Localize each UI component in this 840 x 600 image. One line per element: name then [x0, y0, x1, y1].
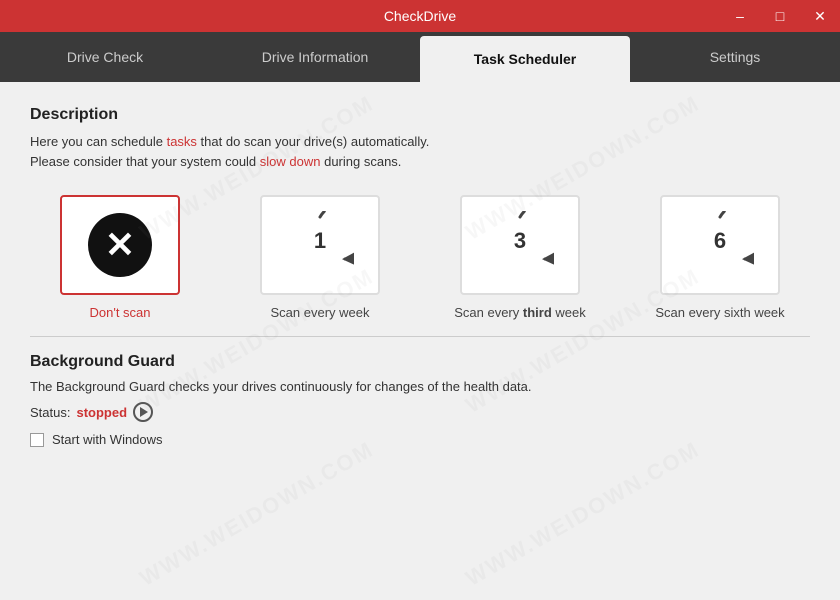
description-text: Here you can schedule tasks that do scan…: [30, 132, 810, 171]
scan-option-every-third-week[interactable]: 3 Scan every third week: [430, 195, 610, 320]
every-sixth-week-label: Scan every sixth week: [655, 305, 784, 320]
app-title: CheckDrive: [384, 8, 456, 24]
dont-scan-icon-wrapper: ✕: [60, 195, 180, 295]
every-week-icon-wrapper: 1: [260, 195, 380, 295]
every-third-week-label: Scan every third week: [454, 305, 586, 320]
every-week-circle: 1: [286, 211, 354, 279]
every-third-week-icon-wrapper: 3: [460, 195, 580, 295]
start-with-windows-checkbox[interactable]: [30, 433, 44, 447]
play-icon: [140, 407, 148, 417]
close-button[interactable]: ✕: [800, 0, 840, 32]
status-line: Status: stopped: [30, 402, 810, 422]
start-with-windows-label[interactable]: Start with Windows: [30, 432, 810, 447]
week-6-label: 6: [714, 228, 726, 254]
scan-options: ✕ Don't scan 1 Scan every week: [30, 195, 810, 320]
status-value: stopped: [76, 405, 127, 420]
description-line2: Please consider that your system could s…: [30, 154, 401, 169]
main-content: Description Here you can schedule tasks …: [0, 82, 840, 600]
every-sixth-week-circle: 6: [686, 211, 754, 279]
every-third-week-circle: 3: [486, 211, 554, 279]
maximize-button[interactable]: □: [760, 0, 800, 32]
title-bar: CheckDrive – □ ✕: [0, 0, 840, 32]
tab-settings[interactable]: Settings: [630, 32, 840, 82]
description-line1: Here you can schedule tasks that do scan…: [30, 134, 429, 149]
background-guard-title: Background Guard: [30, 353, 810, 371]
week-1-label: 1: [314, 228, 326, 254]
tab-drive-check[interactable]: Drive Check: [0, 32, 210, 82]
x-circle-icon: ✕: [88, 213, 152, 277]
start-with-windows-text: Start with Windows: [52, 432, 163, 447]
play-button[interactable]: [133, 402, 153, 422]
section-divider: [30, 336, 810, 337]
scan-option-dont-scan[interactable]: ✕ Don't scan: [30, 195, 210, 320]
every-sixth-week-icon-wrapper: 6: [660, 195, 780, 295]
tab-drive-information[interactable]: Drive Information: [210, 32, 420, 82]
week-3-label: 3: [514, 228, 526, 254]
tab-bar: Drive Check Drive Information Task Sched…: [0, 32, 840, 82]
status-label: Status:: [30, 405, 70, 420]
tab-task-scheduler[interactable]: Task Scheduler: [420, 36, 630, 82]
description-title: Description: [30, 106, 810, 124]
scan-option-every-sixth-week[interactable]: 6 Scan every sixth week: [630, 195, 810, 320]
dont-scan-label: Don't scan: [89, 305, 150, 320]
background-guard-description: The Background Guard checks your drives …: [30, 379, 810, 394]
minimize-button[interactable]: –: [720, 0, 760, 32]
window-controls: – □ ✕: [720, 0, 840, 32]
every-week-label: Scan every week: [271, 305, 370, 320]
scan-option-every-week[interactable]: 1 Scan every week: [230, 195, 410, 320]
